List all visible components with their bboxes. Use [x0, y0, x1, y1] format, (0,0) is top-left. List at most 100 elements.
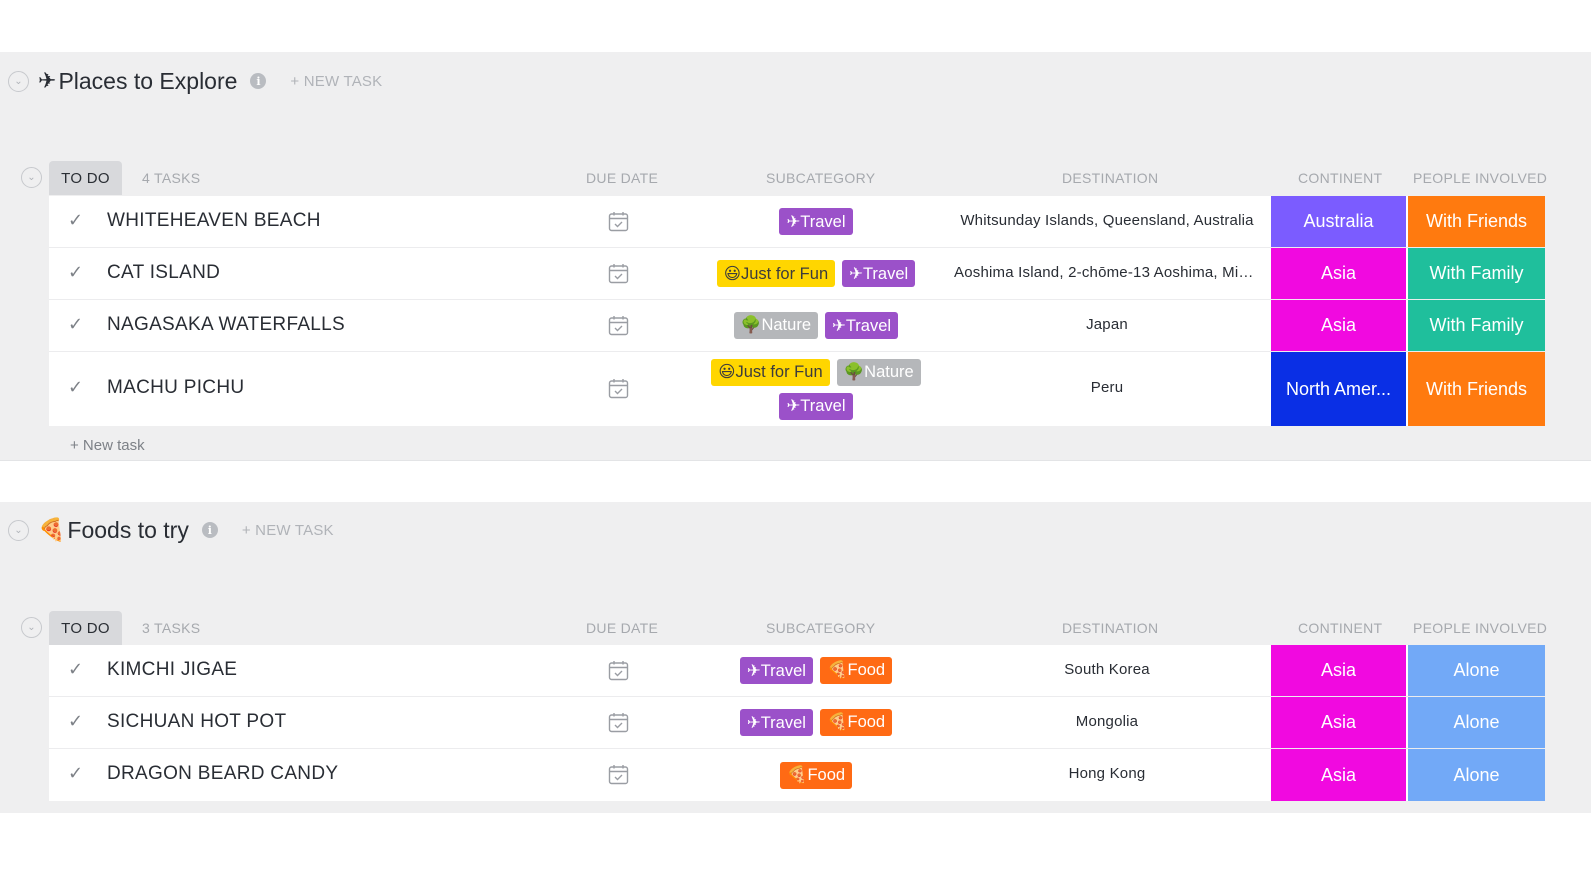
continent-cell[interactable]: Asia	[1271, 645, 1406, 696]
people-involved-cell[interactable]: With Family	[1408, 300, 1545, 351]
calendar-icon[interactable]	[608, 712, 629, 733]
task-name[interactable]: CAT ISLAND	[107, 262, 220, 284]
status-group-header: ⌄ TO DO 3 TASKS DUE DATE SUBCATEGORY DESTINAT…	[21, 611, 1571, 645]
continent-cell[interactable]: Asia	[1271, 300, 1406, 351]
subcategory-cell[interactable]: 🍕Food	[704, 749, 928, 801]
column-header-subcategory[interactable]: SUBCATEGORY	[766, 620, 875, 636]
subcategory-cell[interactable]: ✈Travel	[704, 196, 928, 247]
people-involved-cell[interactable]: With Friends	[1408, 196, 1545, 247]
table-row[interactable]: ✓ MACHU PICHU 😃Just for Fun 🌳Nature ✈Travel P…	[49, 352, 1545, 426]
tag-fun[interactable]: 😃Just for Fun	[716, 260, 836, 287]
task-name[interactable]: DRAGON BEARD CANDY	[107, 763, 338, 785]
section-emoji-icon: ✈	[38, 68, 57, 93]
table-row[interactable]: ✓ WHITEHEAVEN BEACH ✈Travel Whitsunday Isla…	[49, 196, 1545, 248]
new-task-button[interactable]: + NEW TASK	[242, 522, 334, 539]
people-involved-cell[interactable]: Alone	[1408, 645, 1545, 696]
destination-cell[interactable]: Whitsunday Islands, Queensland, Australi…	[954, 212, 1260, 229]
continent-cell[interactable]: Asia	[1271, 749, 1406, 801]
tag-food[interactable]: 🍕Food	[819, 709, 893, 736]
continent-cell[interactable]: Asia	[1271, 248, 1406, 299]
check-icon[interactable]: ✓	[68, 210, 83, 231]
task-table: ✓ KIMCHI JIGAE ✈Travel 🍕Food South Korea Asia…	[49, 645, 1545, 801]
status-pill[interactable]: TO DO	[49, 161, 122, 195]
tag-travel[interactable]: ✈Travel	[779, 208, 853, 235]
check-icon[interactable]: ✓	[68, 659, 83, 680]
subcategory-cell[interactable]: 😃Just for Fun ✈Travel	[704, 248, 928, 299]
destination-cell[interactable]: Japan	[954, 316, 1260, 333]
subcategory-cell[interactable]: ✈Travel 🍕Food	[704, 697, 928, 748]
check-icon[interactable]: ✓	[68, 711, 83, 732]
people-involved-cell[interactable]: Alone	[1408, 697, 1545, 748]
table-row[interactable]: ✓ SICHUAN HOT POT ✈Travel 🍕Food Mongolia Asia…	[49, 697, 1545, 749]
table-row[interactable]: ✓ CAT ISLAND 😃Just for Fun ✈Travel Aoshima I…	[49, 248, 1545, 300]
destination-cell[interactable]: Mongolia	[954, 713, 1260, 730]
status-group-header: ⌄ TO DO 4 TASKS DUE DATE SUBCATEGORY DESTINAT…	[21, 161, 1571, 195]
subcategory-cell[interactable]: 😃Just for Fun 🌳Nature ✈Travel	[704, 352, 928, 426]
table-row[interactable]: ✓ KIMCHI JIGAE ✈Travel 🍕Food South Korea Asia…	[49, 645, 1545, 697]
section-emoji-icon: 🍕	[38, 517, 66, 542]
tag-nature[interactable]: 🌳Nature	[836, 358, 921, 386]
destination-cell[interactable]: Aoshima Island, 2-chōme-13 Aoshima, Miya…	[954, 264, 1260, 281]
continent-cell[interactable]: Australia	[1271, 196, 1406, 247]
column-header-due[interactable]: DUE DATE	[586, 620, 658, 636]
table-row[interactable]: ✓ DRAGON BEARD CANDY 🍕Food Hong Kong Asia Alo…	[49, 749, 1545, 801]
tag-travel[interactable]: ✈Travel	[779, 392, 853, 420]
table-row[interactable]: ✓ NAGASAKA WATERFALLS 🌳Nature ✈Travel Japan A…	[49, 300, 1545, 352]
continent-cell[interactable]: Asia	[1271, 697, 1406, 748]
info-icon[interactable]: i	[250, 73, 267, 89]
section-divider	[0, 460, 1591, 461]
group-collapse-icon[interactable]: ⌄	[21, 617, 42, 638]
destination-cell[interactable]: Peru	[954, 379, 1260, 396]
check-icon[interactable]: ✓	[68, 377, 83, 398]
check-icon[interactable]: ✓	[68, 262, 83, 283]
task-name[interactable]: NAGASAKA WATERFALLS	[107, 314, 345, 336]
tag-food[interactable]: 🍕Food	[819, 657, 893, 684]
task-name[interactable]: MACHU PICHU	[107, 377, 244, 399]
tag-travel[interactable]: ✈Travel	[825, 312, 899, 339]
people-involved-cell[interactable]: Alone	[1408, 749, 1545, 801]
tag-travel[interactable]: ✈Travel	[739, 709, 813, 736]
calendar-icon[interactable]	[608, 263, 629, 284]
subcategory-cell[interactable]: ✈Travel 🍕Food	[704, 645, 928, 696]
continent-cell[interactable]: North Amer...	[1271, 352, 1406, 426]
subcategory-cell[interactable]: 🌳Nature ✈Travel	[704, 300, 928, 351]
group-collapse-icon[interactable]: ⌄	[21, 167, 42, 188]
new-task-button[interactable]: + NEW TASK	[290, 73, 382, 90]
section-title[interactable]: Places to Explore	[58, 68, 237, 95]
tag-fun[interactable]: 😃Just for Fun	[711, 358, 830, 386]
new-task-row-button[interactable]: + New task	[70, 437, 145, 454]
destination-cell[interactable]: South Korea	[954, 661, 1260, 678]
section-title[interactable]: Foods to try	[67, 517, 188, 544]
column-header-continent[interactable]: CONTINENT	[1298, 170, 1382, 186]
calendar-icon[interactable]	[608, 211, 629, 232]
task-name[interactable]: KIMCHI JIGAE	[107, 659, 237, 681]
calendar-icon[interactable]	[608, 764, 629, 785]
info-icon[interactable]: i	[201, 522, 218, 538]
column-header-people[interactable]: PEOPLE INVOLVED	[1413, 170, 1547, 186]
column-header-destination[interactable]: DESTINATION	[1062, 620, 1158, 636]
tag-travel[interactable]: ✈Travel	[842, 260, 916, 287]
calendar-icon[interactable]	[608, 660, 629, 681]
task-table: ✓ WHITEHEAVEN BEACH ✈Travel Whitsunday Isla…	[49, 196, 1545, 426]
column-header-due[interactable]: DUE DATE	[586, 170, 658, 186]
check-icon[interactable]: ✓	[68, 314, 83, 335]
tag-travel[interactable]: ✈Travel	[739, 657, 813, 684]
column-header-people[interactable]: PEOPLE INVOLVED	[1413, 620, 1547, 636]
column-header-destination[interactable]: DESTINATION	[1062, 170, 1158, 186]
destination-cell[interactable]: Hong Kong	[954, 765, 1260, 782]
calendar-icon[interactable]	[608, 315, 629, 336]
collapse-toggle-icon[interactable]: ⌄	[8, 519, 29, 541]
task-count: 4 TASKS	[142, 170, 201, 186]
column-header-subcategory[interactable]: SUBCATEGORY	[766, 170, 875, 186]
tag-nature[interactable]: 🌳Nature	[733, 312, 818, 339]
people-involved-cell[interactable]: With Family	[1408, 248, 1545, 299]
people-involved-cell[interactable]: With Friends	[1408, 352, 1545, 426]
collapse-toggle-icon[interactable]: ⌄	[8, 70, 29, 92]
task-name[interactable]: WHITEHEAVEN BEACH	[107, 210, 321, 232]
status-pill[interactable]: TO DO	[49, 611, 122, 645]
task-name[interactable]: SICHUAN HOT POT	[107, 711, 286, 733]
calendar-icon[interactable]	[608, 378, 629, 399]
check-icon[interactable]: ✓	[68, 763, 83, 784]
column-header-continent[interactable]: CONTINENT	[1298, 620, 1382, 636]
tag-food[interactable]: 🍕Food	[779, 761, 853, 789]
